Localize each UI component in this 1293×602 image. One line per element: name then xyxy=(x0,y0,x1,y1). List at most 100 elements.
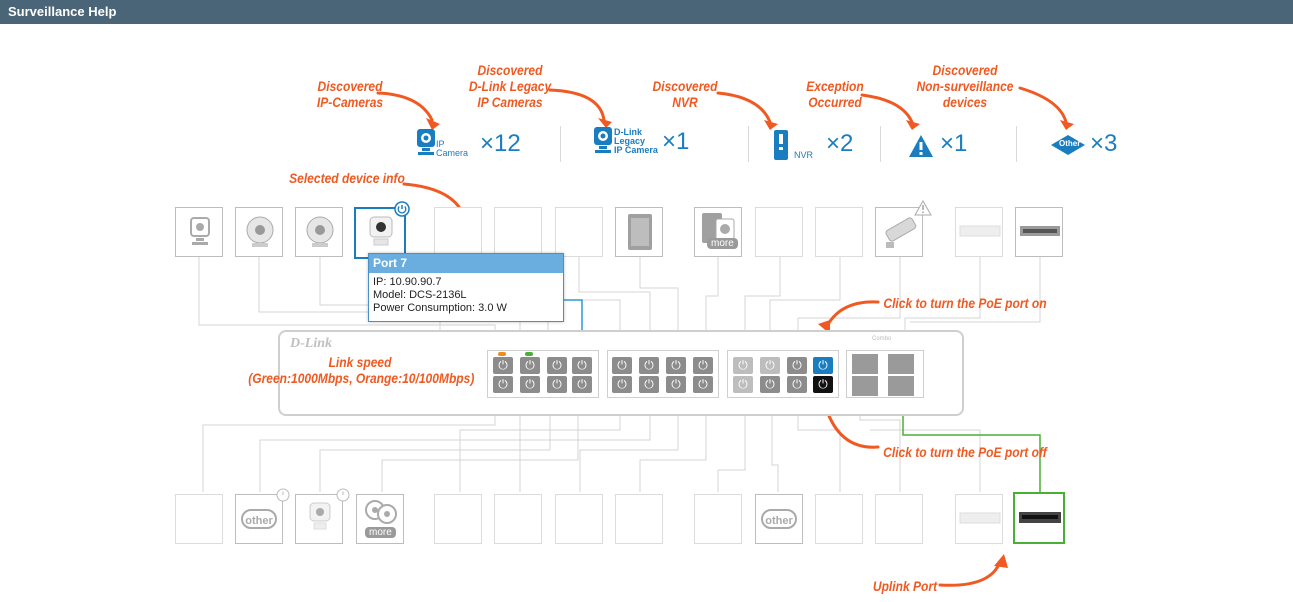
poe-port-9[interactable] xyxy=(612,357,632,374)
cameras-group-icon xyxy=(365,500,397,524)
device-slot-empty xyxy=(875,494,923,544)
label-link-speed: Link speed (Green:1000Mbps, Orange:10/10… xyxy=(248,354,475,386)
switch-brand: D-Link xyxy=(290,336,332,351)
legacy-camera-icon xyxy=(594,127,612,153)
warning-icon xyxy=(909,135,933,157)
poe-port-21[interactable] xyxy=(787,357,807,374)
ip-camera-icon xyxy=(417,129,435,155)
warning-icon-small xyxy=(914,200,932,216)
power-icon[interactable] xyxy=(276,488,290,502)
device-slot-empty xyxy=(434,207,482,257)
count-ip-camera: ×12 xyxy=(480,130,521,157)
popup-title: Port 7 xyxy=(369,254,563,273)
device-slot-nvr-more[interactable]: more xyxy=(694,207,742,257)
nvr-device-icon xyxy=(628,214,652,250)
poe-port-23-on-button[interactable] xyxy=(813,357,833,374)
label-poe-on: Click to turn the PoE port on xyxy=(883,295,1047,311)
sfp-port-27[interactable] xyxy=(888,354,914,374)
device-slot-port-3[interactable] xyxy=(295,207,343,257)
other-badge: other xyxy=(241,509,277,529)
legend-divider xyxy=(748,126,749,162)
poe-port-6[interactable] xyxy=(547,376,567,393)
legend-divider xyxy=(1016,126,1017,162)
device-slot-empty xyxy=(755,207,803,257)
nvr-icon xyxy=(774,130,788,160)
link-led-green xyxy=(525,352,533,356)
legacy-camera-icon-text: D-Link Legacy IP Camera xyxy=(614,127,658,155)
device-slot-port-2[interactable] xyxy=(235,207,283,257)
popup-power: Power Consumption: 3.0 W xyxy=(373,302,507,314)
label-selected-device-info: Selected device info xyxy=(289,170,405,186)
other-badge: other xyxy=(761,509,797,529)
device-slot-empty xyxy=(815,207,863,257)
device-slot-switch[interactable] xyxy=(1015,207,1063,257)
bullet-camera-icon xyxy=(885,217,917,248)
nvr-icon-text: NVR xyxy=(794,150,814,160)
sfp-port-28[interactable] xyxy=(888,376,914,396)
poe-port-22[interactable] xyxy=(787,376,807,393)
cube-camera-icon xyxy=(369,216,393,246)
count-exception: ×1 xyxy=(940,130,968,157)
camera-icon xyxy=(190,217,210,245)
device-slot-empty xyxy=(815,494,863,544)
device-slot-more-cameras[interactable]: more xyxy=(356,494,404,544)
poe-port-7[interactable] xyxy=(572,357,592,374)
device-slot-empty xyxy=(555,207,603,257)
poe-port-5[interactable] xyxy=(547,357,567,374)
poe-port-3[interactable] xyxy=(520,357,540,374)
device-slot-empty xyxy=(494,494,542,544)
popup-ip: IP: 10.90.90.7 xyxy=(373,276,442,288)
poe-port-14[interactable] xyxy=(666,376,686,393)
device-slot-empty xyxy=(615,494,663,544)
cube-camera-icon xyxy=(309,502,331,530)
more-badge: more xyxy=(365,527,396,538)
poe-port-4[interactable] xyxy=(520,376,540,393)
switch-device-icon xyxy=(959,225,1001,237)
sfp-port-26[interactable] xyxy=(852,376,878,396)
label-uplink-port: Uplink Port xyxy=(872,578,938,594)
legend-divider xyxy=(880,126,881,162)
device-slot-empty xyxy=(434,494,482,544)
poe-port-1[interactable] xyxy=(493,357,513,374)
dome-camera-icon xyxy=(306,216,334,247)
more-badge: more xyxy=(707,238,738,249)
poe-port-11[interactable] xyxy=(639,357,659,374)
switch-device-icon xyxy=(959,512,1001,524)
port-info-popup: Port 7 IP: 10.90.90.7 Model: DCS-2136L P… xyxy=(368,253,564,322)
poe-port-8[interactable] xyxy=(572,376,592,393)
count-non-surveillance: ×3 xyxy=(1090,130,1118,157)
device-slot-nvr[interactable] xyxy=(615,207,663,257)
count-nvr: ×2 xyxy=(826,130,854,157)
poe-port-2[interactable] xyxy=(493,376,513,393)
poe-port-15[interactable] xyxy=(693,357,713,374)
sfp-port-25[interactable] xyxy=(852,354,878,374)
combo-label: Combo xyxy=(872,336,892,342)
poe-port-13[interactable] xyxy=(666,357,686,374)
device-slot-empty xyxy=(555,494,603,544)
power-icon[interactable] xyxy=(336,488,350,502)
link-led-orange xyxy=(498,352,506,356)
poe-port-10[interactable] xyxy=(612,376,632,393)
poe-port-17[interactable] xyxy=(733,357,753,374)
count-legacy-camera: ×1 xyxy=(662,128,690,155)
power-icon-selected[interactable] xyxy=(394,201,410,217)
device-slot-empty-switch xyxy=(955,494,1003,544)
label-exception: Exception Occurred xyxy=(806,78,864,110)
label-discovered-non-surveillance: Discovered Non-surveillance devices xyxy=(916,62,1014,110)
poe-port-18[interactable] xyxy=(733,376,753,393)
device-slot-other[interactable]: other xyxy=(755,494,803,544)
device-slot-empty xyxy=(694,494,742,544)
label-poe-off: Click to turn the PoE port off xyxy=(883,444,1047,460)
poe-port-19[interactable] xyxy=(760,357,780,374)
poe-port-24-off-button[interactable] xyxy=(813,376,833,393)
poe-port-20[interactable] xyxy=(760,376,780,393)
label-discovered-legacy: Discovered D-Link Legacy IP Cameras xyxy=(468,62,552,110)
other-device-icon-text: Other xyxy=(1059,139,1081,148)
label-discovered-ip-cameras: Discovered IP-Cameras xyxy=(316,78,384,110)
device-slot-uplink[interactable] xyxy=(1013,492,1065,544)
device-slot-port-1[interactable] xyxy=(175,207,223,257)
poe-port-12[interactable] xyxy=(639,376,659,393)
switch-device-icon xyxy=(1019,512,1061,523)
legend-divider xyxy=(560,126,561,162)
poe-port-16[interactable] xyxy=(693,376,713,393)
